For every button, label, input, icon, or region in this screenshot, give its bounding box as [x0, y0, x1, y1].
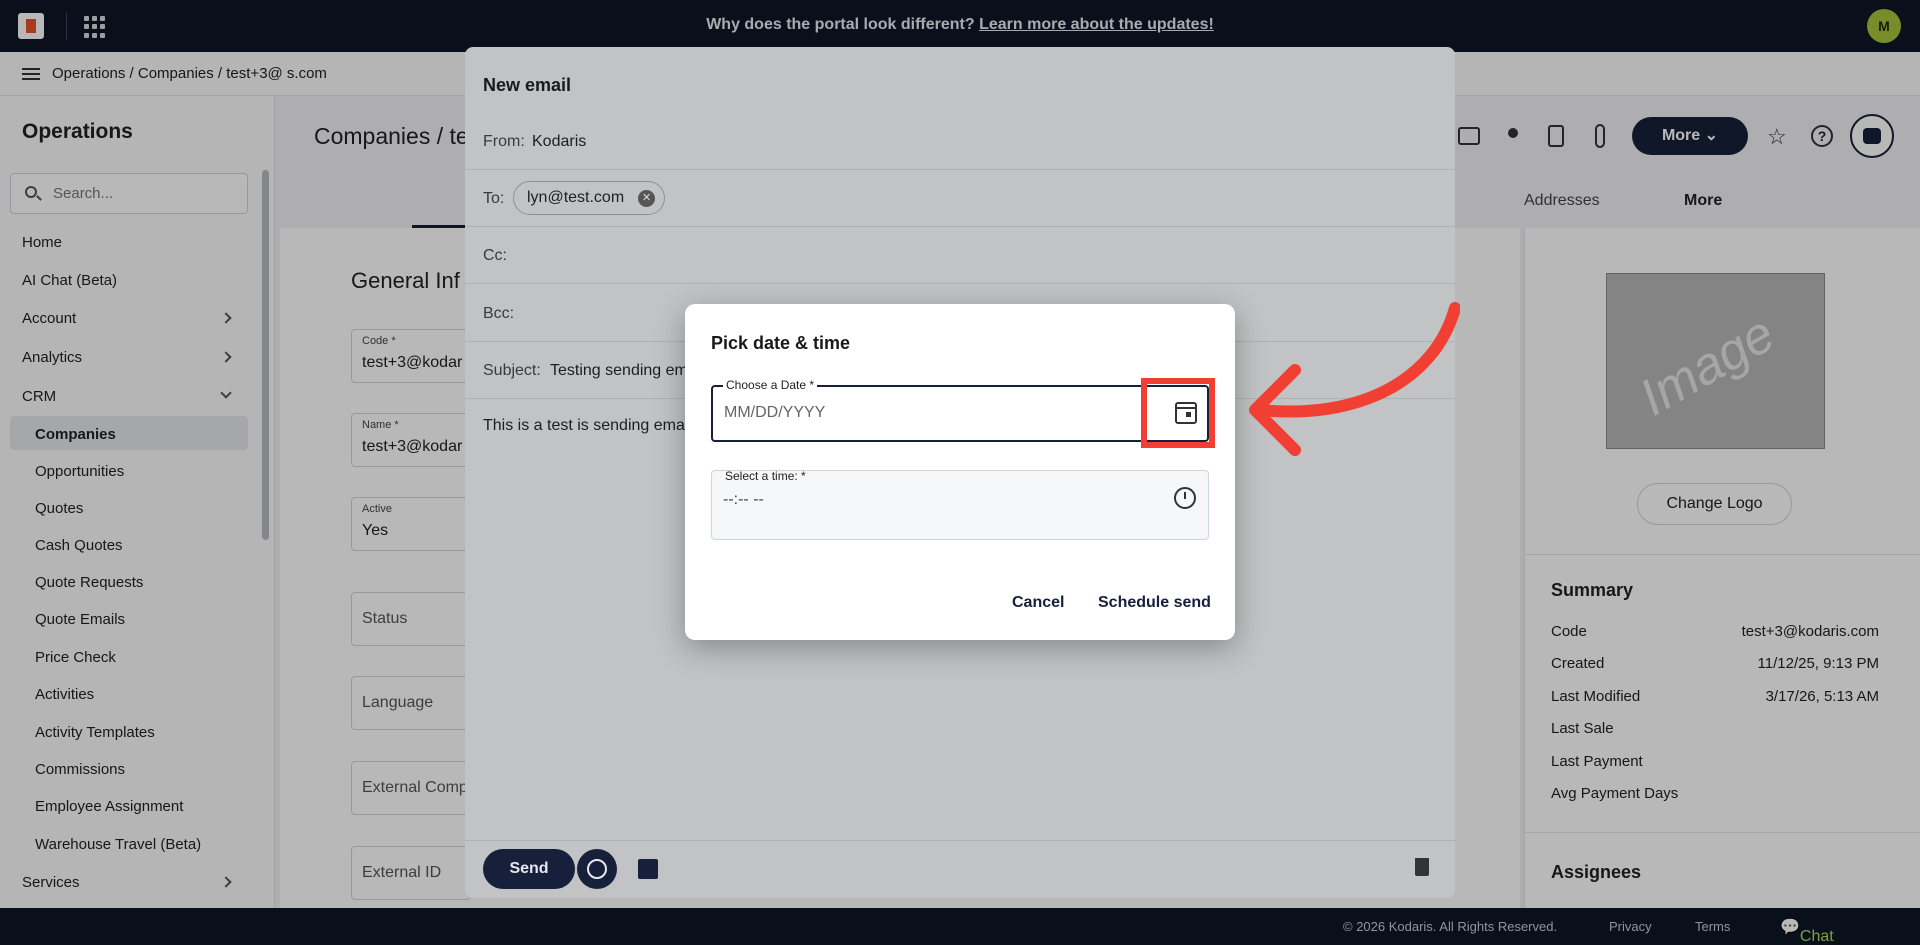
- subject-value: Testing sending em: [550, 362, 688, 379]
- bcc-label: Bcc:: [483, 305, 515, 322]
- remove-recipient-icon[interactable]: ✕: [638, 190, 656, 207]
- email-footer: Send: [465, 840, 1455, 898]
- recipient-chip[interactable]: lyn@test.com ✕: [513, 181, 666, 215]
- trash-icon[interactable]: [1415, 858, 1429, 876]
- time-input[interactable]: Select a time: * --:-- --: [711, 469, 1209, 540]
- from-row: From: Kodaris: [465, 113, 1455, 170]
- time-placeholder: --:-- --: [723, 491, 764, 508]
- cc-row[interactable]: Cc:: [465, 227, 1455, 284]
- clock-icon[interactable]: [1174, 487, 1196, 509]
- subject-label: Subject:: [483, 362, 541, 379]
- send-button[interactable]: Send: [483, 849, 575, 889]
- annotation-arrow: [1249, 302, 1460, 456]
- from-label: From:: [483, 133, 525, 150]
- dialog-title: Pick date & time: [711, 333, 851, 353]
- email-body[interactable]: This is a test is sending ema: [483, 417, 685, 435]
- email-title: New email: [483, 75, 572, 95]
- to-row[interactable]: To: lyn@test.com ✕: [465, 170, 1455, 227]
- schedule-send-button[interactable]: Schedule send: [1098, 594, 1211, 612]
- date-label: Choose a Date *: [723, 378, 818, 392]
- recipient-email: lyn@test.com: [527, 189, 625, 206]
- annotation-highlight-box: [1141, 378, 1215, 448]
- date-placeholder: MM/DD/YYYY: [724, 404, 826, 421]
- cancel-button[interactable]: Cancel: [1012, 594, 1064, 612]
- cc-label: Cc:: [483, 247, 507, 264]
- pick-date-time-dialog: Pick date & time Choose a Date * MM/DD/Y…: [685, 304, 1235, 640]
- date-input[interactable]: Choose a Date * MM/DD/YYYY: [711, 378, 1209, 442]
- from-value[interactable]: Kodaris: [532, 133, 586, 151]
- time-label: Select a time: *: [725, 469, 806, 483]
- to-label: To:: [483, 190, 505, 207]
- schedule-send-clock-icon[interactable]: [577, 849, 617, 889]
- save-draft-icon[interactable]: [638, 859, 658, 879]
